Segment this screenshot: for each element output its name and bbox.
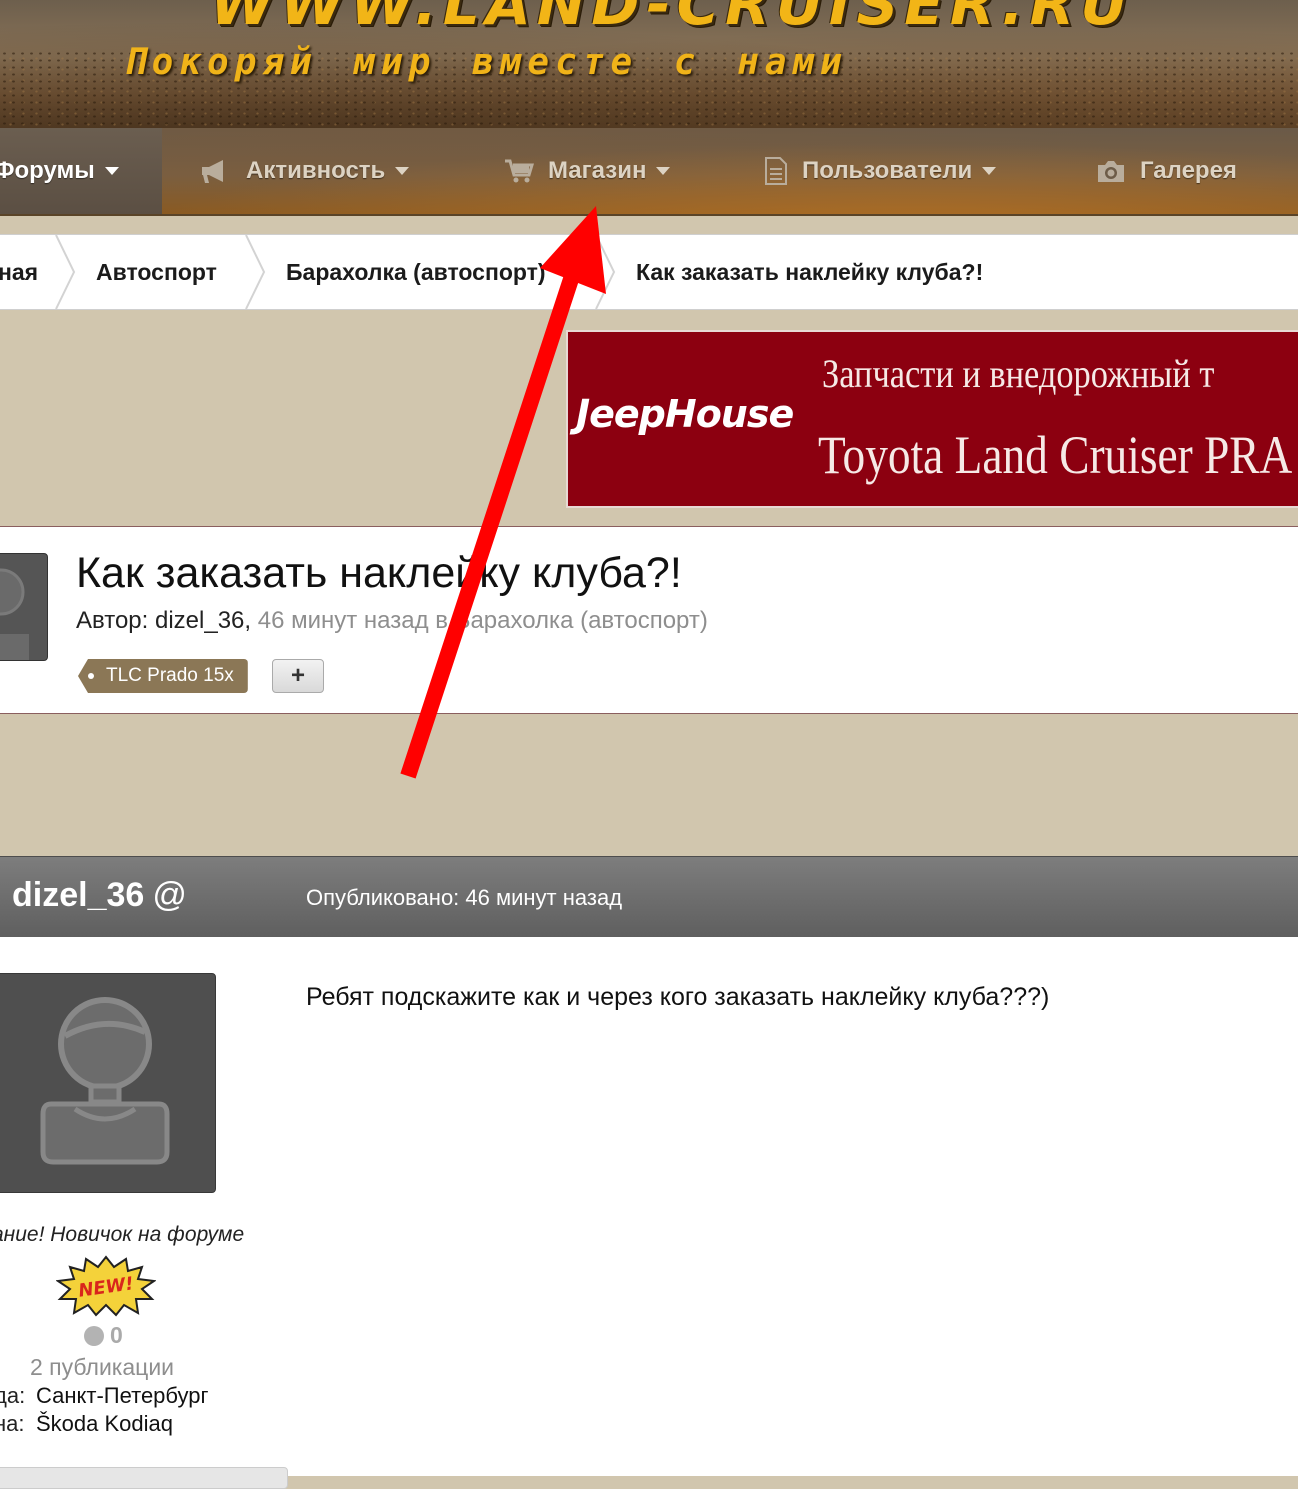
breadcrumb-current-topic: Как заказать наклейку клуба?!: [636, 258, 984, 285]
breadcrumb-flea-market[interactable]: Барахолка (автоспорт): [286, 235, 546, 309]
camera-icon: [1098, 161, 1124, 182]
breadcrumb-separator: [55, 235, 76, 309]
page-title: Как заказать наклейку клуба?!: [76, 549, 682, 597]
document-icon: [765, 157, 787, 185]
nav-forums[interactable]: Форумы: [0, 128, 162, 214]
breadcrumb-separator: [245, 235, 266, 309]
breadcrumb-home[interactable]: ная: [0, 235, 38, 309]
breadcrumb: ная Автоспорт Барахолка (автоспорт) Как …: [0, 234, 1298, 310]
post-header: dizel_36 @ Опубликовано: 46 минут назад: [0, 856, 1298, 938]
site-logo[interactable]: WWW.LAND-CRUISER.RU: [210, 0, 1133, 38]
city-value: Санкт-Петербург: [36, 1383, 209, 1408]
reputation-count: 0: [110, 1322, 123, 1348]
breadcrumb-autosport[interactable]: Автоспорт: [96, 235, 217, 309]
topic-header: Как заказать наклейку клуба?! Автор: diz…: [0, 526, 1298, 714]
chevron-down-icon: [656, 167, 671, 175]
chevron-down-icon: [982, 167, 997, 175]
nav-gallery[interactable]: Галерея: [1096, 128, 1237, 214]
ad-subheadline: Toyota Land Cruiser PRA: [818, 425, 1293, 485]
cart-icon: [505, 159, 534, 183]
profile-field-car: на: Škoda Kodiaq: [0, 1411, 173, 1437]
megaphone-icon: [202, 160, 223, 183]
city-label: да:: [0, 1383, 26, 1408]
new-member-badge-icon: NEW!: [56, 1255, 156, 1317]
add-tag-button[interactable]: +: [272, 659, 324, 693]
author-avatar-small[interactable]: [0, 553, 48, 661]
nav-activity[interactable]: Активность: [200, 128, 410, 214]
car-value: Škoda Kodiaq: [36, 1411, 173, 1436]
ad-brand: JeepHouse: [576, 392, 794, 436]
user-silhouette-icon: [40, 997, 170, 1165]
nav-members[interactable]: Пользователи: [764, 128, 997, 214]
site-slogan: Покоряй мир вместе с нами: [124, 42, 848, 83]
user-silhouette-icon: [0, 568, 29, 660]
breadcrumb-separator: [595, 235, 616, 309]
post-author-label: dizel_36: [12, 876, 145, 914]
author-avatar[interactable]: [0, 973, 216, 1193]
topic-time-forum: 46 минут назад в Барахолка (автоспорт): [251, 607, 708, 634]
topic-author[interactable]: Автор: dizel_36,: [76, 607, 251, 634]
ad-banner[interactable]: JeepHouse Запчасти и внедорожный т Toyot…: [566, 330, 1298, 508]
post-content: Ребят подскажите как и через кого заказа…: [306, 983, 1050, 1011]
ad-headline: Запчасти и внедорожный т: [822, 351, 1215, 396]
nav-store[interactable]: Магазин: [504, 128, 671, 214]
mention-icon[interactable]: @: [152, 876, 187, 914]
chevron-down-icon: [104, 167, 119, 175]
reputation: 0: [84, 1322, 123, 1349]
car-label: на:: [0, 1411, 25, 1436]
profile-field-city: да: Санкт-Петербург: [0, 1383, 209, 1409]
nav-gallery-label: Галерея: [1140, 157, 1237, 184]
site-banner[interactable]: WWW.LAND-CRUISER.RU Покоряй мир вместе с…: [0, 0, 1298, 128]
nav-forums-label: Форумы: [0, 157, 95, 184]
topic-meta: Автор: dizel_36, 46 минут назад в Барахо…: [76, 607, 708, 635]
posts-count[interactable]: 2 публикации: [30, 1354, 174, 1381]
post-author-name[interactable]: dizel_36 @: [12, 876, 187, 915]
nav-activity-label: Активность: [246, 157, 386, 184]
chevron-down-icon: [395, 167, 410, 175]
nav-store-label: Магазин: [548, 157, 647, 184]
post-published-date: Опубликовано: 46 минут назад: [306, 885, 623, 910]
user-title: ание! Новичок на форуме: [0, 1223, 245, 1246]
reputation-dot-icon: [84, 1325, 104, 1346]
topic-tag[interactable]: TLC Prado 15x: [78, 659, 248, 693]
nav-members-label: Пользователи: [802, 157, 973, 184]
post-body: ание! Новичок на форуме NEW! 0 2 публика…: [0, 937, 1298, 1489]
profile-button[interactable]: [0, 1467, 288, 1489]
main-nav: Форумы Активность Магазин Пользователи Г…: [0, 128, 1298, 216]
